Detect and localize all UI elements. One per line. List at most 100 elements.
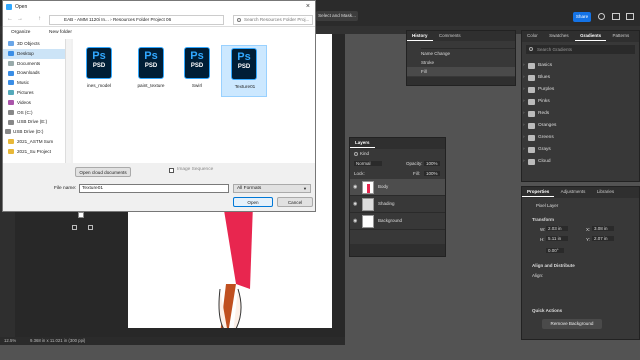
nav-item-desktop[interactable]: Desktop [3, 48, 65, 59]
gradient-folder[interactable]: › Blues [522, 72, 639, 84]
tab-color[interactable]: Color [522, 31, 543, 40]
height-field[interactable]: 5.11 in [546, 236, 568, 241]
close-icon[interactable]: × [306, 1, 310, 13]
width-field[interactable]: 2.03 in [546, 226, 568, 231]
breadcrumb-segment[interactable]: EAB - AMM 1120i In... [64, 17, 109, 22]
organize-menu[interactable]: Organize [11, 30, 30, 35]
nav-item-os-c[interactable]: OS (C:) [3, 108, 65, 118]
tab-libraries[interactable]: Libraries [592, 187, 619, 196]
layer-row[interactable]: ◉ Body [350, 179, 445, 196]
gradient-folder-label: Oranges [538, 123, 557, 128]
fill-field[interactable]: 100% [424, 171, 440, 176]
layer-filter-kind[interactable]: Kind [360, 151, 369, 156]
x-field[interactable]: 3.08 in [592, 226, 614, 231]
workspace-icon[interactable] [612, 13, 620, 20]
breadcrumb-segment[interactable]: Resources Folder Project 06 [113, 17, 171, 22]
angle-field[interactable]: 0.00° [546, 248, 564, 253]
status-zoom[interactable]: 12.5% [4, 337, 16, 345]
tab-properties[interactable]: Properties [522, 187, 555, 197]
y-label: Y: [586, 237, 591, 242]
open-button[interactable]: Open [233, 197, 273, 207]
nav-item-usb-d[interactable]: USB Drive (D:) [3, 127, 65, 137]
gradient-folder[interactable]: › Grays [522, 144, 639, 156]
nav-item-folder[interactable]: 2021_Su Project [3, 147, 65, 157]
visibility-eye-icon[interactable]: ◉ [353, 201, 357, 207]
back-arrow-icon[interactable]: ← [7, 16, 13, 22]
video-icon [8, 100, 14, 106]
nav-item-downloads[interactable]: Downloads [3, 68, 65, 78]
share-panel-icon[interactable] [626, 13, 634, 20]
usb-drive-icon [8, 119, 14, 125]
nav-item-3d-objects[interactable]: 3D Objects [3, 39, 65, 49]
gradient-folder[interactable]: › Greens [522, 132, 639, 144]
gradient-folder[interactable]: › Cloud [522, 156, 639, 168]
blend-mode-select[interactable]: Normal [354, 161, 382, 166]
file-item[interactable]: Ps PSD ines_model [73, 45, 125, 99]
layer-name[interactable]: Shading [378, 201, 395, 206]
gradient-folder[interactable]: › Oranges [522, 120, 639, 132]
cancel-button[interactable]: Cancel [277, 197, 313, 207]
remove-background-button[interactable]: Remove Background [542, 319, 602, 329]
visibility-eye-icon[interactable]: ◉ [353, 184, 357, 190]
history-item[interactable]: Stroke [421, 58, 515, 67]
filename-field[interactable]: Texture01 [79, 184, 229, 193]
tab-history[interactable]: History [407, 31, 433, 41]
tab-gradients[interactable]: Gradients [575, 31, 607, 41]
share-button[interactable]: Share [573, 12, 591, 22]
gradient-search-input[interactable]: Search Gradients [526, 45, 635, 54]
file-format-select[interactable]: All Formats ▼ [233, 184, 311, 193]
nav-item-label: Documents [17, 60, 41, 66]
tab-adjustments[interactable]: Adjustments [556, 187, 591, 196]
tab-comments[interactable]: Comments [434, 31, 466, 40]
drive-icon [8, 109, 14, 115]
visibility-eye-icon[interactable]: ◉ [353, 218, 357, 224]
nav-item-documents[interactable]: Documents [3, 59, 65, 69]
up-arrow-icon[interactable]: ↑ [38, 16, 41, 22]
select-and-mask-button[interactable]: Select and Mask... [316, 11, 358, 21]
gradient-folder[interactable]: › Basics [522, 60, 639, 72]
gradient-folder[interactable]: › Pinks [522, 96, 639, 108]
history-item[interactable]: Fill [407, 67, 515, 76]
file-name: paint_texture [137, 83, 165, 88]
open-cloud-documents-button[interactable]: Open cloud documents [75, 167, 131, 177]
layer-name[interactable]: Body [378, 184, 388, 189]
tab-swatches[interactable]: Swatches [544, 31, 574, 40]
search-icon[interactable] [598, 13, 605, 20]
nav-item-music[interactable]: Music [3, 78, 65, 88]
file-item[interactable]: Ps PSD paint_texture [125, 45, 177, 99]
nav-item-usb-e[interactable]: USB Drive (E:) [3, 117, 65, 127]
tab-patterns[interactable]: Patterns [607, 31, 634, 40]
transform-heading: Transform [532, 217, 555, 222]
screen-mode-icon[interactable] [88, 225, 93, 230]
breadcrumb[interactable]: EAB - AMM 1120i In... › Resources Folder… [49, 15, 224, 25]
chevron-right-icon: › [523, 87, 525, 92]
nav-item-pictures[interactable]: Pictures [3, 88, 65, 98]
opacity-field[interactable]: 100% [424, 161, 440, 166]
nav-item-folder[interactable]: 2021_ASTM Sum [3, 137, 65, 147]
layer-name[interactable]: Background [378, 218, 402, 223]
tab-layers[interactable]: Layers [350, 138, 375, 148]
file-item-selected[interactable]: Ps PSD Texture01 [221, 45, 267, 97]
file-name: ines_model [87, 83, 111, 88]
gradient-folder[interactable]: › Purples [522, 84, 639, 96]
swatch-fg-icon[interactable] [78, 212, 84, 218]
history-item[interactable]: Name Change [421, 49, 515, 58]
layer-row[interactable]: ◉ Background [350, 213, 445, 230]
nav-item-label: 2021_Su Project [17, 148, 51, 154]
forward-arrow-icon[interactable]: → [17, 16, 23, 22]
file-item[interactable]: Ps PSD Swirl [171, 45, 223, 99]
y-field[interactable]: 2.07 in [592, 236, 614, 241]
document-icon [8, 60, 14, 66]
dialog-search-input[interactable]: Search Resources Folder Proj... [233, 15, 313, 25]
chevron-right-icon: › [523, 63, 525, 68]
layer-row[interactable]: ◉ Shading [350, 196, 445, 213]
image-sequence-checkbox[interactable] [169, 168, 174, 173]
nav-scrollbar[interactable] [65, 39, 71, 163]
chevron-right-icon: › [523, 159, 525, 164]
new-folder-button[interactable]: New folder [49, 30, 72, 35]
search-icon [529, 47, 533, 51]
nav-item-videos[interactable]: Videos [3, 98, 65, 108]
gradient-folder[interactable]: › Reds [522, 108, 639, 120]
quick-mask-icon[interactable] [72, 225, 77, 230]
layers-panel: Layers Kind Normal Opacity: 100% Lock: F… [349, 137, 446, 257]
